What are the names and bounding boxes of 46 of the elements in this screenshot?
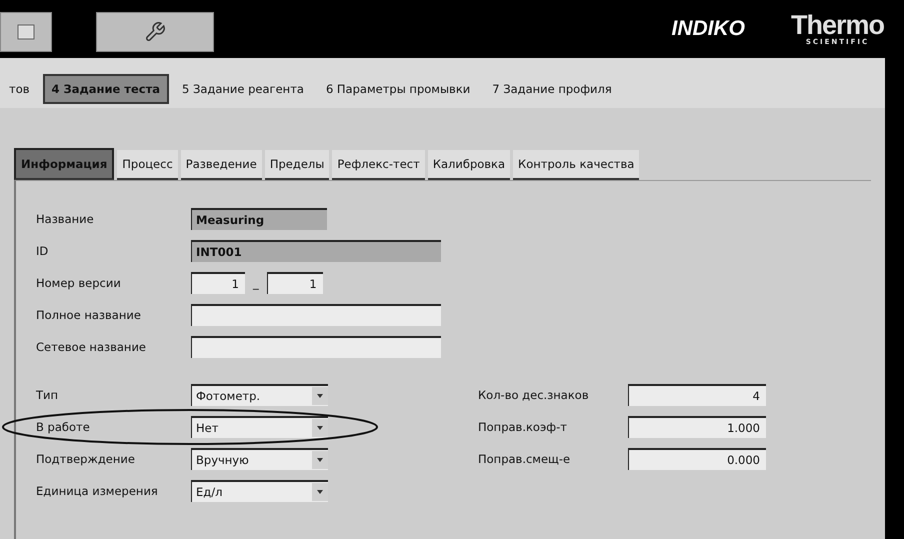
field-label: Тип (36, 388, 60, 402)
separator: _ (253, 276, 259, 290)
input-field[interactable]: 0.000 (628, 448, 766, 470)
tab[interactable]: Пределы (264, 150, 330, 180)
field-label: Название (36, 212, 95, 226)
window-icon (17, 24, 35, 40)
tab[interactable]: тов (0, 74, 39, 104)
input-field[interactable]: 1.000 (628, 416, 766, 438)
input-field[interactable]: 4 (628, 384, 766, 406)
field-label: Единица измерения (36, 484, 159, 498)
field-label: Полное название (36, 308, 142, 322)
field-label: Сетевое название (36, 340, 147, 354)
brand-logo: Thermo (790, 12, 884, 39)
toolbar-button[interactable] (0, 12, 52, 52)
field-label: Поправ.смещ-е (478, 452, 572, 466)
input-field[interactable]: 1 (191, 272, 245, 294)
field-label: Кол-во дес.знаков (478, 388, 590, 402)
tab[interactable]: Рефлекс-тест (332, 150, 425, 180)
input-field[interactable] (191, 336, 441, 358)
caret-icon (317, 394, 323, 398)
field-label: В работе (36, 420, 91, 434)
input-field[interactable] (191, 304, 441, 326)
caret-icon (317, 458, 323, 462)
field-label: ID (36, 244, 50, 258)
field-label: Поправ.коэф-т (478, 420, 568, 434)
dropdown[interactable]: Ед/л (191, 480, 328, 502)
wrench-icon (144, 21, 166, 43)
tab[interactable]: Контроль качества (513, 150, 640, 180)
caret-icon (317, 490, 323, 494)
tab[interactable]: 4 Задание теста (42, 74, 170, 104)
tab[interactable]: Информация (14, 148, 114, 180)
field-label: Номер версии (36, 276, 122, 290)
input-field[interactable]: 1 (266, 272, 323, 294)
field-label: Подтверждение (36, 452, 136, 466)
tab[interactable]: 7 Задание профиля (483, 74, 621, 104)
toolbar-button[interactable] (96, 12, 214, 52)
tab[interactable]: Разведение (180, 150, 262, 180)
product-logo: INDIKO (671, 17, 745, 41)
dropdown[interactable]: Нет (191, 416, 328, 438)
tab[interactable]: 6 Параметры промывки (316, 74, 480, 104)
tab[interactable]: Калибровка (428, 150, 510, 180)
dropdown[interactable]: Фотометр. (191, 384, 328, 406)
tab[interactable]: 5 Задание реагента (173, 74, 313, 104)
caret-icon (317, 426, 323, 430)
tab[interactable]: Процесс (117, 150, 178, 180)
dropdown[interactable]: Вручную (191, 448, 328, 470)
